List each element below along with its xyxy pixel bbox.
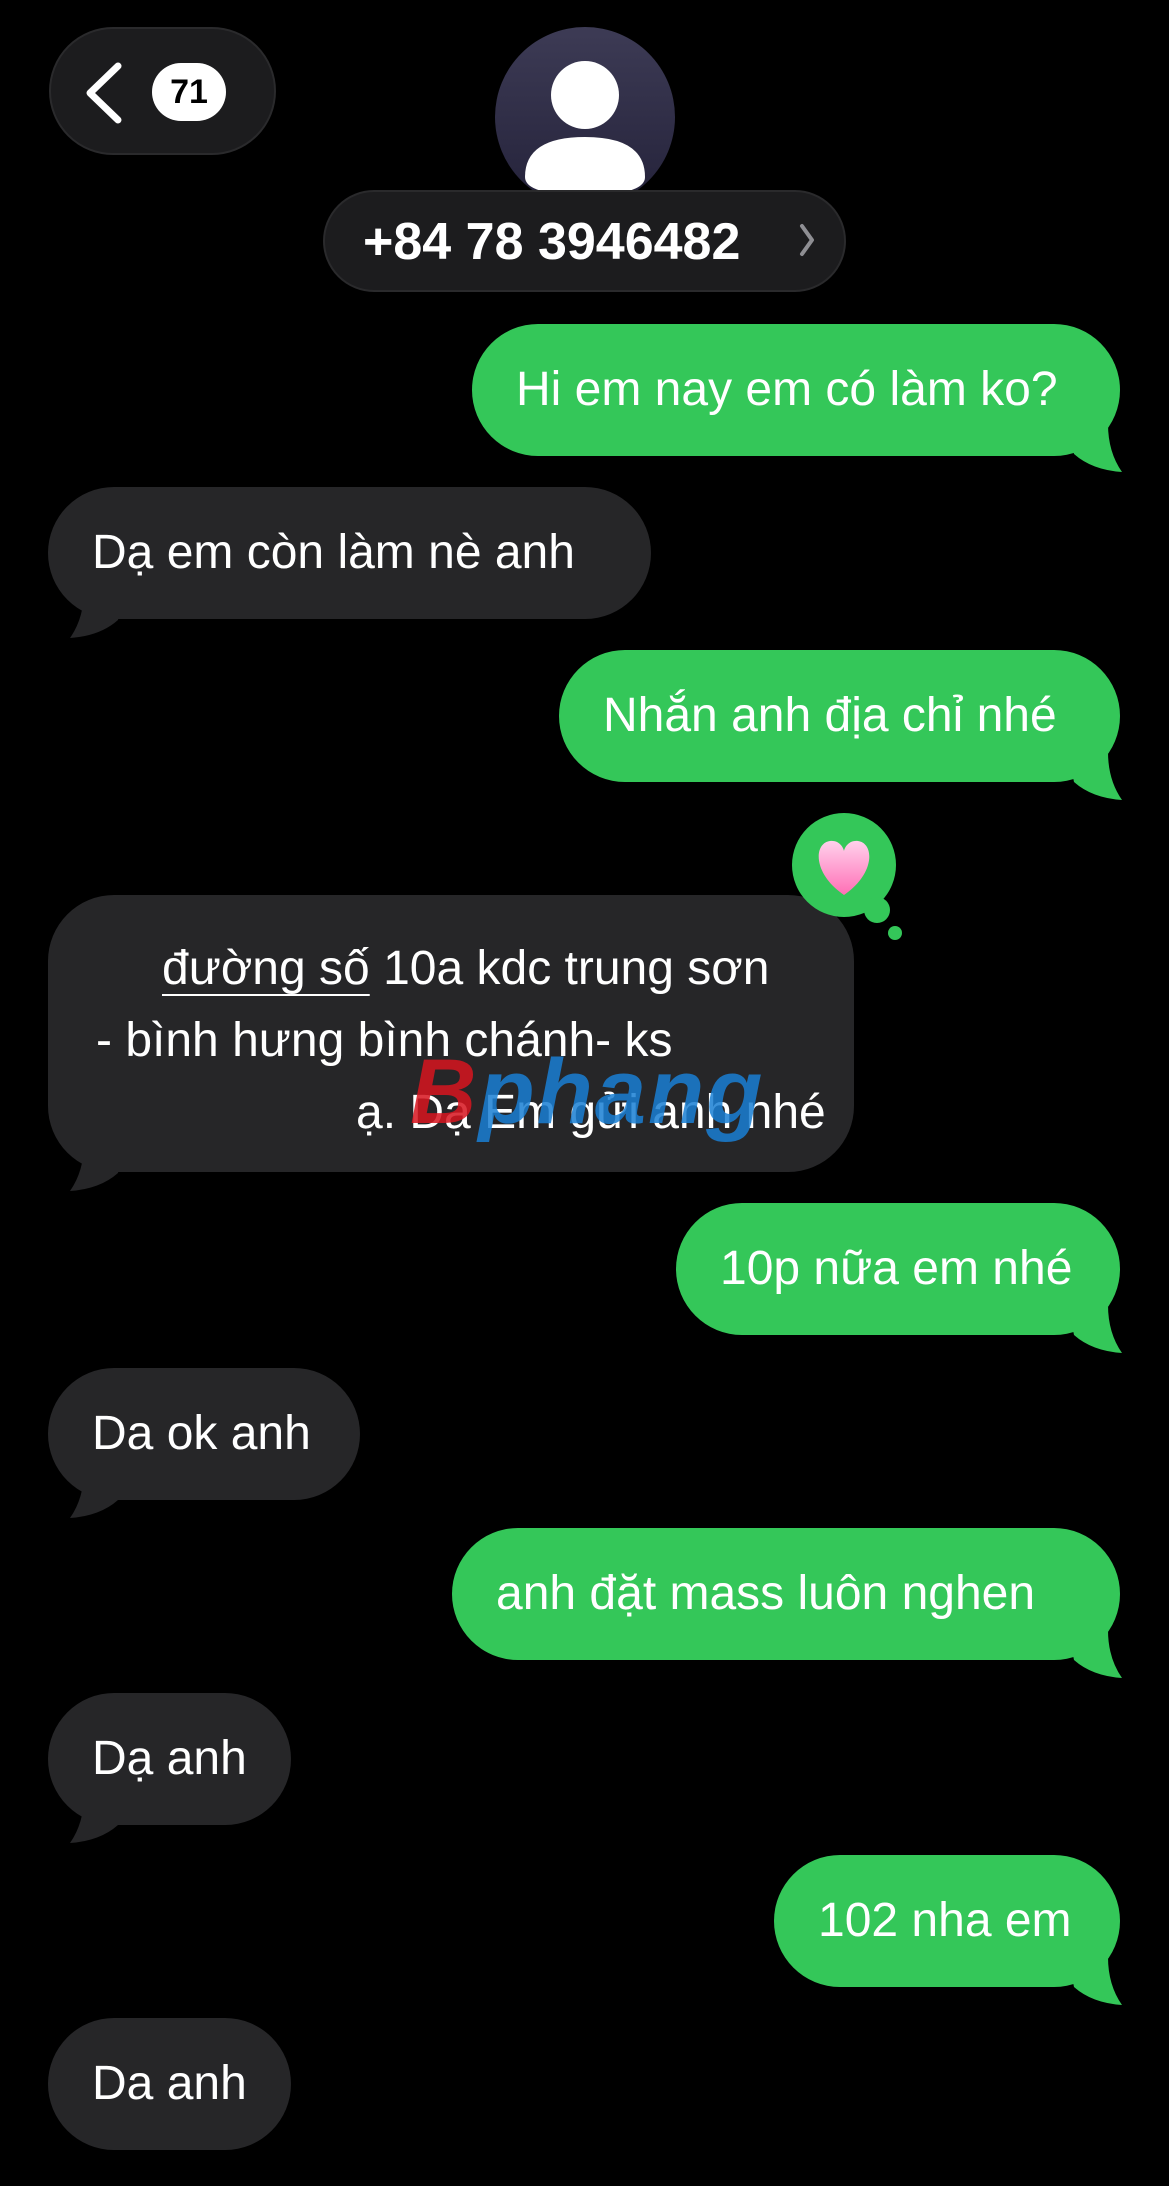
bubble-tail [1068,1305,1122,1353]
message-text: Nhắn anh địa chỉ nhé [603,689,1057,742]
chevron-left-icon[interactable] [82,60,128,126]
message-text: Hi em nay em có làm ko? [516,363,1058,416]
chevron-right-icon[interactable] [797,220,817,260]
message-text: 102 nha em [818,1894,1072,1947]
address-link[interactable]: đường số [162,942,370,995]
watermark-logo: Bphang [410,1041,765,1143]
bubble-tail [70,1143,124,1191]
bubble-tail [1068,424,1122,472]
message-text: 10p nữa em nhé [720,1242,1073,1295]
bubble-tail [70,590,124,638]
bubble-tail [1068,1630,1122,1678]
bubble-tail [70,1470,124,1518]
contact-avatar[interactable] [495,27,675,207]
reaction-tail [864,897,890,923]
bubble-tail [1068,752,1122,800]
message-bubble-outgoing[interactable]: anh đặt mass luôn nghen [452,1528,1120,1660]
bubble-tail [70,1795,124,1843]
message-text: anh đặt mass luôn nghen [496,1567,1036,1620]
message-bubble-outgoing[interactable]: Nhắn anh địa chỉ nhé [559,650,1120,782]
message-text-line: đường số 10a kdc trung sơn [162,942,770,995]
message-bubble-outgoing[interactable]: Hi em nay em có làm ko? [472,324,1120,456]
message-text: Dạ em còn làm nè anh [92,526,575,579]
person-icon [525,61,645,195]
message-bubble-incoming[interactable]: Dạ em còn làm nè anh [48,487,651,619]
bubble-tail [1068,1957,1122,2005]
message-text: Dạ anh [92,1732,247,1785]
message-text: Da anh [92,2057,247,2110]
unread-count-badge: 71 [152,63,226,121]
contact-name[interactable]: +84 78 3946482 [363,210,740,274]
message-bubble-outgoing[interactable]: 10p nữa em nhé [676,1203,1120,1335]
reaction-tail [888,926,902,940]
message-text: Da ok anh [92,1407,311,1460]
message-bubble-incoming[interactable]: Da anh [48,2018,291,2150]
